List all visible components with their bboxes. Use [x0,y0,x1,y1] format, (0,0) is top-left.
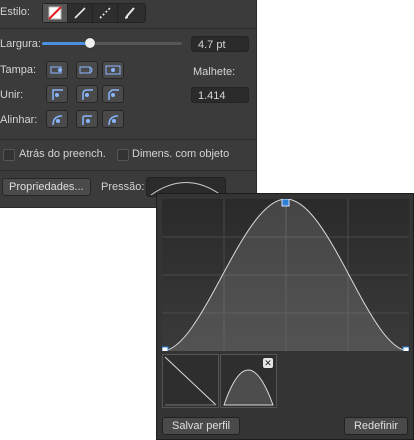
align-label: Alinhar: [0,114,38,126]
pressure-popup: ✕ Salvar perfil Redefinir [156,193,414,440]
reset-button[interactable]: Redefinir [343,417,408,435]
curve-handle-right[interactable] [402,346,409,351]
scale-with-object-label: Dimens. com objeto [132,148,230,160]
width-slider-knob[interactable] [84,38,95,48]
divider [0,139,256,140]
mitre-join-icon[interactable] [46,85,68,103]
linear-preset-icon[interactable] [162,354,219,408]
behind-fill-label: Atrás do preench. [19,148,106,160]
width-label: Largura: [0,38,41,50]
arch-preset-icon[interactable]: ✕ [220,354,277,408]
no-stroke-icon[interactable] [43,4,68,22]
curve-handle-top[interactable] [281,199,290,207]
save-profile-button[interactable]: Salvar perfil [162,417,241,435]
cap-label: Tampa: [0,64,37,76]
join-label: Unir: [0,89,24,101]
divider [0,28,256,29]
width-slider[interactable] [42,38,182,48]
pressure-curve-graph[interactable] [162,199,409,351]
scale-with-object-checkbox[interactable] [117,149,129,161]
align-outside-icon[interactable] [102,110,124,128]
mitre-label: Malhete: [193,66,236,78]
mitre-field[interactable]: 1.414 [191,87,249,103]
style-label: Estilo: [0,6,30,18]
pressure-label: Pressão: [101,181,145,193]
stroke-panel: Estilo: Largura: 4.7 pt Tampa: Malhete: … [0,0,257,208]
butt-cap-icon[interactable] [46,61,68,79]
brush-icon[interactable] [118,4,142,22]
behind-fill-checkbox[interactable] [3,149,15,161]
align-inside-icon[interactable] [76,110,98,128]
solid-line-icon[interactable] [68,4,93,22]
align-center-icon[interactable] [46,110,68,128]
style-segmented-control [42,3,146,23]
divider [0,170,256,171]
properties-button[interactable]: Propriedades... [2,178,91,196]
square-cap-icon[interactable] [102,61,124,79]
curve-handle-left[interactable] [162,346,169,351]
round-join-icon[interactable] [76,85,98,103]
bevel-join-icon[interactable] [102,85,124,103]
width-field[interactable]: 4.7 pt [191,36,249,52]
dashed-line-icon[interactable] [93,4,118,22]
round-cap-icon[interactable] [76,61,98,79]
width-slider-fill [42,42,90,45]
close-icon[interactable]: ✕ [263,358,273,368]
